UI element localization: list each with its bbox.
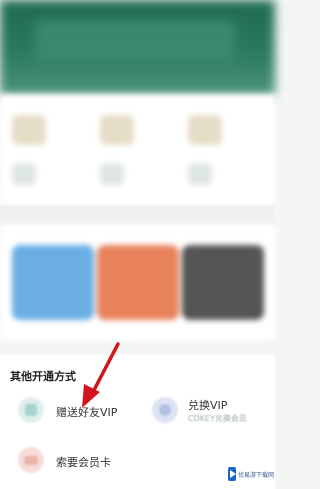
request-card-label: 索要会员卡 [56, 456, 111, 469]
benefit-icon [100, 115, 134, 145]
banner-content [35, 20, 235, 60]
site-watermark: 优易游下载网 [228, 465, 274, 483]
benefits-row [0, 95, 275, 205]
redeem-vip-label: 兑换VIP [188, 399, 228, 412]
benefit-icon [188, 163, 212, 185]
card-icon [18, 447, 44, 473]
redeem-vip-option[interactable]: 兑换VIP CDKEY兑换会员 [152, 397, 272, 431]
vip-card[interactable] [182, 245, 264, 320]
vip-cards-row [0, 225, 275, 340]
watermark-logo-icon [228, 467, 236, 481]
request-card-option[interactable]: 索要会员卡 [18, 447, 138, 477]
benefit-icon [12, 163, 36, 185]
benefit-icon [100, 163, 124, 185]
vip-card[interactable] [97, 245, 179, 320]
gift-icon [18, 397, 44, 423]
exchange-icon [152, 397, 178, 423]
section-title: 其他开通方式 [10, 370, 76, 383]
vip-card[interactable] [12, 245, 94, 320]
benefit-icon [188, 115, 222, 145]
vip-banner [0, 0, 275, 95]
redeem-vip-subtitle: CDKEY兑换会员 [188, 414, 247, 423]
tutorial-arrow-icon [82, 342, 120, 408]
watermark-text: 优易游下载网 [238, 471, 275, 479]
benefit-icon [12, 115, 46, 145]
divider [0, 205, 275, 225]
